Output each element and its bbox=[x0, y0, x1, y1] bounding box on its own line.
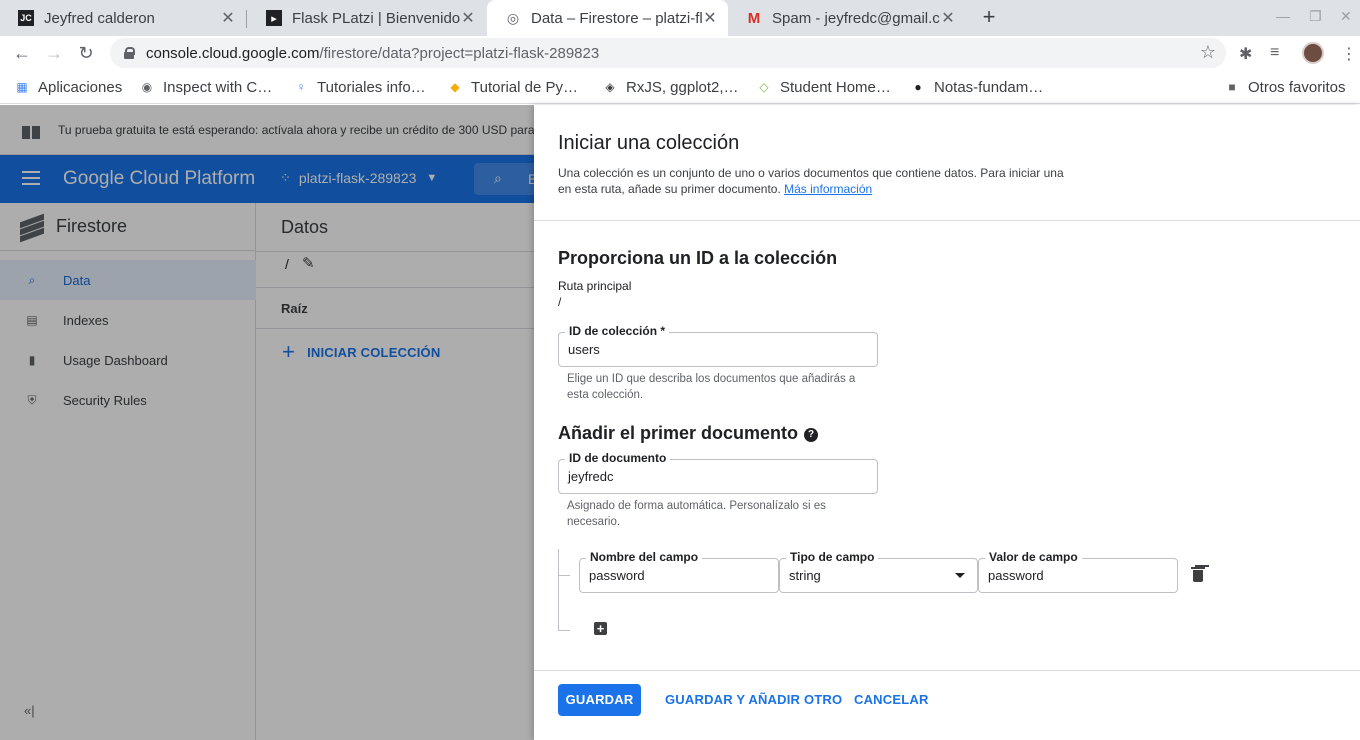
divider bbox=[534, 220, 1360, 221]
dropdown-arrow-icon bbox=[955, 573, 965, 578]
delete-field-trash-icon[interactable] bbox=[1191, 566, 1205, 582]
reload-icon[interactable]: ↻ bbox=[75, 42, 97, 64]
tab-title: Spam - jeyfredc@gmail.co bbox=[772, 9, 940, 27]
bookmark-label: RxJS, ggplot2,… bbox=[626, 78, 739, 96]
tab-title: Data – Firestore – platzi-fl bbox=[531, 9, 702, 27]
panel-title: Iniciar una colección bbox=[558, 132, 740, 154]
browser-tab-strip: JC Jeyfred calderon ✕ ▸ Flask PLatzi | B… bbox=[0, 0, 1360, 36]
field-type-label: Tipo de campo bbox=[786, 550, 879, 564]
document-id-value: jeyfredc bbox=[568, 469, 614, 484]
browser-toolbar: ← → ↻ console.cloud.google.com /firestor… bbox=[0, 36, 1360, 70]
bookmark-label: Notas-fundam… bbox=[934, 78, 1044, 96]
field-name-value: password bbox=[589, 568, 645, 583]
collection-id-field[interactable]: ID de colección * users bbox=[558, 324, 878, 367]
forward-icon[interactable]: → bbox=[43, 42, 65, 64]
field-name-label: Nombre del campo bbox=[586, 550, 703, 564]
collection-id-hint: Elige un ID que describa los documentos … bbox=[567, 373, 856, 401]
bookmark-label: Student Home… bbox=[780, 78, 891, 96]
tab-gmail[interactable]: M Spam - jeyfredc@gmail.co ✕ bbox=[728, 0, 966, 36]
bookmarks-bar: ▦ Aplicaciones ◉ Inspect with C… ♀ Tutor… bbox=[0, 70, 1360, 104]
more-info-link[interactable]: Más información bbox=[784, 182, 872, 196]
url-path: /firestore/data?project=platzi-flask-289… bbox=[319, 44, 600, 62]
tab-title: Jeyfred calderon bbox=[44, 9, 155, 27]
field-value-input[interactable]: Valor de campo password bbox=[978, 550, 1178, 593]
help-icon[interactable]: ? bbox=[804, 428, 819, 442]
bookmark-star-icon[interactable]: ☆ bbox=[1200, 42, 1216, 63]
close-tab-icon[interactable]: ✕ bbox=[702, 8, 718, 28]
bookmark-inspect[interactable]: ◉ Inspect with C… bbox=[139, 77, 272, 97]
field-type-value: string bbox=[789, 568, 821, 583]
panel-description: Una colección es un conjunto de uno o va… bbox=[558, 165, 1078, 197]
close-window-icon[interactable]: ✕ bbox=[1340, 8, 1352, 25]
tree-line bbox=[558, 549, 559, 631]
save-button[interactable]: GUARDAR bbox=[558, 684, 641, 716]
document-id-field[interactable]: ID de documento jeyfredc bbox=[558, 451, 878, 494]
bookmark-label: Tutoriales info… bbox=[317, 78, 426, 96]
globe-icon: ◉ bbox=[141, 80, 153, 94]
bookmark-label: Inspect with C… bbox=[163, 78, 273, 96]
tab-title: Flask PLatzi | Bienvenido bbox=[292, 9, 460, 27]
new-tab-button[interactable]: + bbox=[976, 4, 1002, 30]
bookmark-notas[interactable]: ● Notas-fundam… bbox=[910, 77, 1043, 97]
collection-id-value: users bbox=[568, 342, 600, 357]
maximize-icon[interactable]: ❐ bbox=[1309, 8, 1322, 25]
bookmark-label: Aplicaciones bbox=[38, 78, 123, 96]
field-name-input[interactable]: Nombre del campo password bbox=[579, 550, 779, 593]
bookmark-label: Tutorial de Py… bbox=[471, 78, 578, 96]
first-document-section-title: Añadir el primer documento? bbox=[558, 423, 819, 444]
field-type-select[interactable]: Tipo de campo string bbox=[779, 550, 978, 593]
minimize-icon[interactable]: — bbox=[1276, 8, 1290, 24]
tab-divider bbox=[246, 10, 247, 28]
start-collection-panel: Iniciar una colección Una colección es u… bbox=[534, 105, 1360, 740]
field-value-label: Valor de campo bbox=[985, 550, 1082, 564]
tab-firestore[interactable]: ◎ Data – Firestore – platzi-fl ✕ bbox=[487, 0, 728, 36]
apps-grid-icon: ▦ bbox=[16, 80, 28, 94]
parent-path-value: / bbox=[558, 295, 562, 309]
bookmark-rxjs[interactable]: ◈ RxJS, ggplot2,… bbox=[602, 77, 739, 97]
address-bar[interactable]: console.cloud.google.com /firestore/data… bbox=[110, 38, 1226, 68]
bookmark-tutoriales[interactable]: ♀ Tutoriales info… bbox=[293, 77, 426, 97]
tree-line bbox=[558, 575, 570, 576]
folder-icon: ■ bbox=[1228, 80, 1236, 94]
lock-icon bbox=[124, 47, 135, 59]
bookmark-student[interactable]: ◇ Student Home… bbox=[756, 77, 891, 97]
student-icon: ◇ bbox=[759, 80, 769, 94]
bookmark-otros[interactable]: ■ Otros favoritos bbox=[1224, 77, 1346, 97]
diamond-icon: ◈ bbox=[605, 80, 615, 94]
close-tab-icon[interactable]: ✕ bbox=[460, 8, 476, 28]
gmail-icon: M bbox=[747, 9, 761, 27]
tree-line bbox=[558, 630, 570, 631]
first-document-title-text: Añadir el primer documento bbox=[558, 423, 799, 443]
add-field-plus-icon[interactable]: + bbox=[594, 622, 607, 635]
media-queue-icon[interactable]: ≡ bbox=[1270, 44, 1279, 62]
bookmark-apps[interactable]: ▦ Aplicaciones bbox=[14, 77, 122, 97]
url-host: console.cloud.google.com bbox=[146, 44, 320, 62]
close-tab-icon[interactable]: ✕ bbox=[220, 8, 236, 28]
collection-id-label: ID de colección * bbox=[565, 324, 670, 338]
terminal-icon: ▸ bbox=[266, 10, 282, 26]
profile-avatar[interactable] bbox=[1302, 42, 1324, 64]
github-icon: ● bbox=[914, 80, 922, 94]
back-icon[interactable]: ← bbox=[11, 42, 33, 64]
close-tab-icon[interactable]: ✕ bbox=[940, 8, 956, 28]
extensions-icon[interactable]: ✱ bbox=[1239, 44, 1252, 64]
bookmark-python[interactable]: ◆ Tutorial de Py… bbox=[447, 77, 578, 97]
firestore-tab-icon: ◎ bbox=[506, 9, 520, 26]
divider bbox=[534, 670, 1360, 671]
field-value-value: password bbox=[988, 568, 1044, 583]
search-bulb-icon: ♀ bbox=[296, 80, 306, 94]
python-icon: ◆ bbox=[450, 80, 460, 94]
save-and-add-another-button[interactable]: GUARDAR Y AÑADIR OTRO bbox=[665, 684, 842, 716]
document-id-hint: Asignado de forma automática. Personalíz… bbox=[567, 500, 826, 528]
bookmark-label: Otros favoritos bbox=[1248, 78, 1346, 96]
tab-flask[interactable]: ▸ Flask PLatzi | Bienvenido ✕ bbox=[248, 0, 486, 36]
jc-favicon-icon: JC bbox=[18, 10, 34, 26]
cancel-button[interactable]: CANCELAR bbox=[854, 684, 929, 716]
document-id-label: ID de documento bbox=[565, 451, 671, 465]
parent-path-label: Ruta principal bbox=[558, 279, 632, 293]
tab-jeyfred[interactable]: JC Jeyfred calderon ✕ bbox=[0, 0, 246, 36]
menu-kebab-icon[interactable]: ⋮ bbox=[1341, 44, 1357, 64]
collection-id-section-title: Proporciona un ID a la colección bbox=[558, 248, 838, 268]
